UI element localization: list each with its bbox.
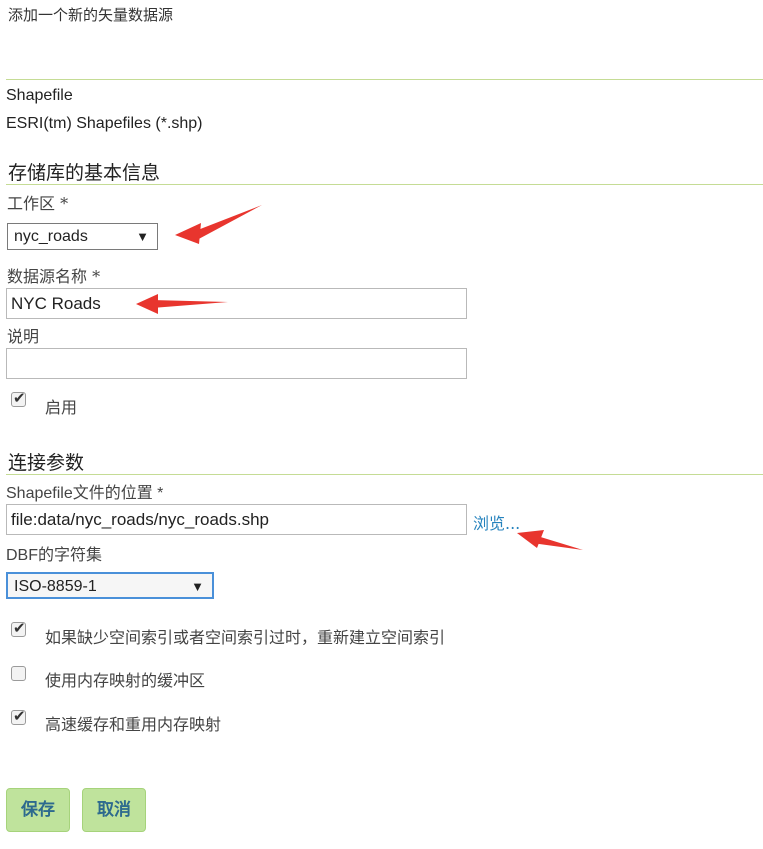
location-label: Shapefile文件的位置 * [6,485,164,502]
dropdown-arrow-icon: ▼ [136,229,149,244]
option-checkbox-cache-memory-maps[interactable]: ✔ [11,708,26,725]
name-input[interactable]: NYC Roads [6,288,467,319]
charset-select[interactable]: ISO-8859-1 ▼ [6,572,214,599]
name-label: 数据源名称 * [7,267,101,286]
check-mark-icon: ✔ [13,708,26,725]
cancel-button[interactable]: 取消 [82,788,146,832]
option-label-spatial-index: 如果缺少空间索引或者空间索引过时，重新建立空间索引 [45,628,446,647]
option-checkbox-spatial-index[interactable]: ✔ [11,620,26,637]
check-mark-icon: ✔ [13,390,26,407]
annotation-arrow-workspace [175,205,262,244]
browse-link[interactable]: 浏览... [473,510,520,534]
option-label-cache-memory-maps: 高速缓存和重用内存映射 [45,715,222,734]
check-mark-icon: ✔ [13,620,26,637]
description-input[interactable] [6,348,467,379]
save-button[interactable]: 保存 [6,788,70,832]
workspace-select-value: nyc_roads [14,228,88,245]
annotation-arrow-browse [517,530,583,550]
dropdown-arrow-icon: ▼ [191,579,204,594]
charset-select-value: ISO-8859-1 [14,578,97,595]
enabled-checkbox[interactable]: ✔ [11,390,26,407]
connection-divider [6,474,763,475]
page-title: 添加一个新的矢量数据源 [8,6,174,24]
option-checkbox-memory-mapped[interactable] [11,666,26,681]
basic-info-divider [6,184,763,185]
connection-section-title: 连接参数 [8,452,85,474]
workspace-label: 工作区 * [7,194,69,213]
enabled-label: 启用 [45,398,78,417]
location-input[interactable]: file:data/nyc_roads/nyc_roads.shp [6,504,467,535]
charset-label: DBF的字符集 [6,547,103,564]
header-divider [6,79,763,80]
description-label: 说明 [7,327,40,346]
option-label-memory-mapped: 使用内存映射的缓冲区 [45,671,206,690]
basic-info-section-title: 存储库的基本信息 [8,162,161,184]
workspace-select[interactable]: nyc_roads ▼ [7,223,158,250]
store-type: Shapefile [6,87,73,104]
store-description: ESRI(tm) Shapefiles (*.shp) [6,115,203,132]
